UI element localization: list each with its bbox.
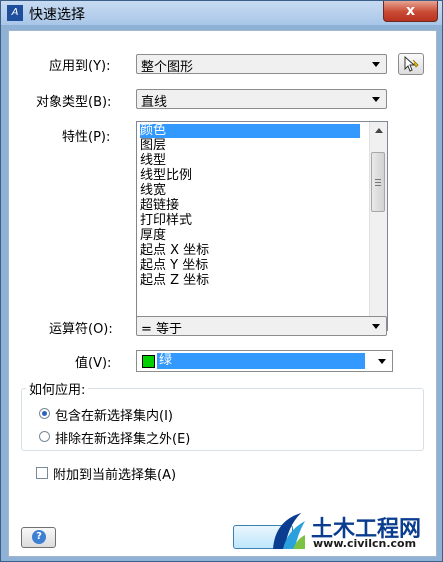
quick-select-dialog: A 快速选择 x 应用到(Y): 整个图形 对象类型(B): 直线 特性(P):… [0, 0, 443, 562]
chevron-down-icon [372, 62, 380, 67]
how-to-apply-title: 如何应用: [26, 379, 89, 398]
object-type-label: 对象类型(B): [36, 95, 112, 110]
properties-scrollbar[interactable] [369, 122, 387, 330]
chevron-down-icon [372, 97, 380, 102]
apply-to-value: 整个图形 [141, 60, 194, 75]
list-item[interactable]: 起点 Z 坐标 [140, 274, 209, 288]
color-swatch [142, 355, 155, 368]
help-button[interactable]: ? [21, 527, 56, 548]
grip-line [375, 179, 381, 180]
select-objects-icon [404, 55, 419, 72]
apply-to-label: 应用到(Y): [49, 59, 111, 74]
grip-line [375, 182, 381, 183]
list-item[interactable]: 起点 X 坐标 [140, 244, 209, 258]
include-label[interactable]: 包含在新选择集内(I) [55, 405, 173, 424]
include-radio[interactable] [39, 408, 50, 419]
help-icon: ? [32, 530, 46, 544]
watermark-url: www.civilcn.com [313, 537, 417, 550]
scroll-up-icon[interactable] [375, 128, 383, 133]
value-label: 值(V): [75, 356, 112, 371]
exclude-radio[interactable] [39, 431, 50, 442]
operator-label: 运算符(O): [49, 322, 113, 337]
append-label[interactable]: 附加到当前选择集(A) [53, 464, 176, 483]
list-item[interactable]: 线型 [140, 154, 166, 168]
scrollbar-thumb[interactable] [371, 152, 385, 212]
chevron-down-icon [378, 359, 386, 364]
object-type-select[interactable]: 直线 [136, 89, 387, 110]
value-select[interactable]: 绿 [136, 350, 393, 372]
list-item[interactable]: 线型比例 [140, 169, 192, 183]
operator-value: = 等于 [141, 322, 183, 337]
list-item[interactable]: 起点 Y 坐标 [140, 259, 208, 273]
chevron-down-icon [372, 324, 380, 329]
close-button[interactable]: x [383, 1, 438, 22]
list-item-selected[interactable]: 颜色 [140, 124, 360, 138]
list-item[interactable]: 厚度 [140, 229, 166, 243]
list-item[interactable]: 超链接 [140, 199, 179, 213]
list-item[interactable]: 图层 [140, 139, 166, 153]
properties-listbox[interactable]: 颜色 图层 线型 线型比例 线宽 超链接 打印样式 厚度 起点 X 坐标 起点 … [136, 121, 388, 331]
append-checkbox[interactable] [36, 467, 48, 479]
properties-label: 特性(P): [62, 130, 111, 145]
list-item[interactable]: 打印样式 [140, 214, 192, 228]
exclude-label[interactable]: 排除在新选择集之外(E) [55, 428, 190, 447]
title-bar: A 快速选择 x [1, 1, 442, 25]
apply-to-select[interactable]: 整个图形 [136, 54, 387, 75]
list-item[interactable]: 线宽 [140, 184, 166, 198]
watermark-logo: 土木工程网 www.civilcn.com [271, 509, 421, 551]
dialog-client-area: 应用到(Y): 整个图形 对象类型(B): 直线 特性(P): 颜色 图层 线型… [8, 30, 437, 557]
value-text: 绿 [157, 353, 365, 369]
app-icon: A [7, 5, 23, 21]
operator-select[interactable]: = 等于 [136, 316, 387, 337]
window-title: 快速选择 [29, 7, 85, 23]
object-type-value: 直线 [141, 95, 168, 110]
civil-logo-icon [273, 513, 305, 549]
grip-line [375, 185, 381, 186]
select-objects-button[interactable] [398, 53, 424, 75]
